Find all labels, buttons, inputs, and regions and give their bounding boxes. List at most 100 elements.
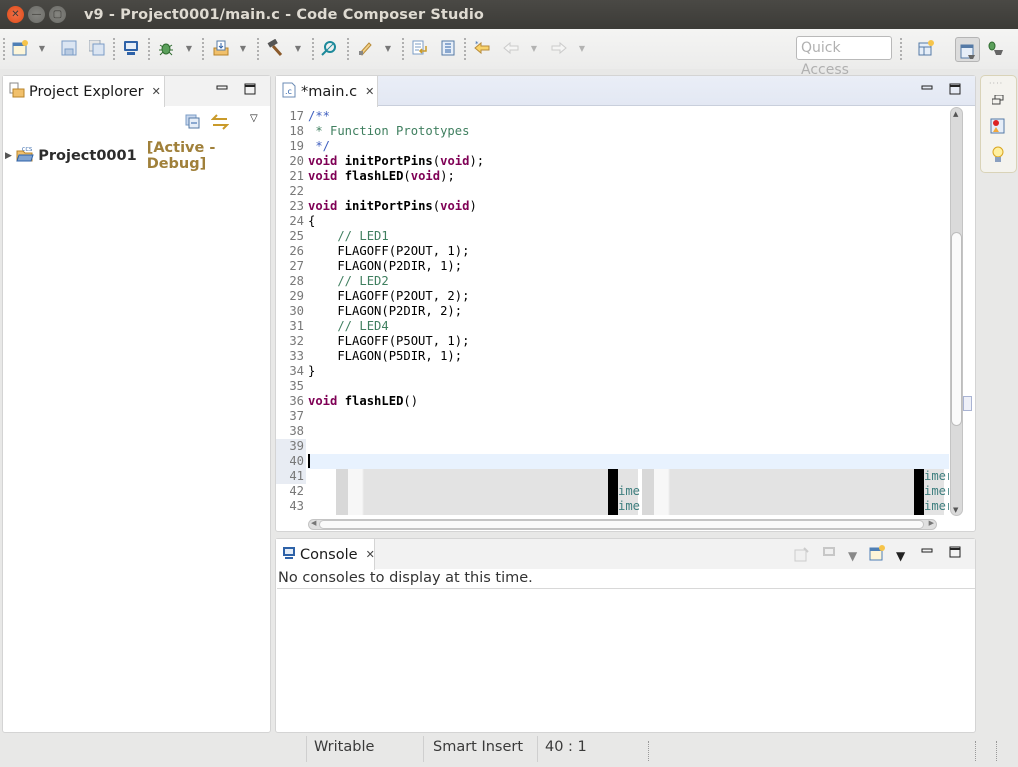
console-icon xyxy=(282,546,296,564)
view-menu-icon[interactable]: ▽ xyxy=(250,113,258,124)
maximize-view-icon[interactable] xyxy=(244,83,256,98)
link-with-editor-icon[interactable] xyxy=(210,113,230,134)
code-line[interactable]: { xyxy=(308,214,315,228)
vertical-scroll-thumb[interactable] xyxy=(951,232,962,426)
line-number: 18 xyxy=(289,124,304,138)
code-line[interactable]: FLAGOFF(P2OUT, 1); xyxy=(308,244,469,258)
back-dropdown-icon[interactable]: ▼ xyxy=(529,37,539,59)
toggle-block-icon[interactable] xyxy=(439,37,457,59)
back-icon[interactable] xyxy=(502,37,520,59)
minimize-view-icon[interactable] xyxy=(216,82,228,97)
display-console-dropdown-icon[interactable]: ▼ xyxy=(848,549,857,563)
search-icon[interactable] xyxy=(320,37,338,59)
build-icon[interactable] xyxy=(265,37,285,59)
scroll-down-icon[interactable]: ▼ xyxy=(953,506,958,514)
flash-dropdown-icon[interactable]: ▼ xyxy=(383,37,393,59)
debug-dropdown-icon[interactable]: ▼ xyxy=(184,37,194,59)
forward-dropdown-icon[interactable]: ▼ xyxy=(577,37,587,59)
collapse-all-icon[interactable] xyxy=(185,114,201,133)
tab-project-explorer[interactable]: Project Explorer ✕ xyxy=(3,76,165,107)
console-tab-label: Console xyxy=(300,546,358,563)
new-icon[interactable] xyxy=(11,37,29,59)
code-line[interactable]: */ xyxy=(308,139,330,153)
expand-arrow-icon[interactable]: ▶ xyxy=(5,151,14,161)
line-number: 26 xyxy=(289,244,304,258)
scroll-up-icon[interactable]: ▲ xyxy=(953,110,958,118)
code-line[interactable]: /** xyxy=(308,109,330,123)
restore-icon[interactable] xyxy=(991,93,1004,109)
build-dropdown-icon[interactable]: ▼ xyxy=(293,37,303,59)
overview-ruler-marker[interactable] xyxy=(963,396,972,411)
code-line[interactable]: FLAGOFF(P2OUT, 2); xyxy=(308,289,469,303)
pin-console-icon[interactable] xyxy=(794,546,810,565)
debug-icon[interactable] xyxy=(157,37,175,59)
line-number: 19 xyxy=(289,139,304,153)
display-console-icon[interactable] xyxy=(822,546,836,563)
toolbar-separator xyxy=(257,38,259,60)
line-number: 24 xyxy=(289,214,304,228)
tips-lightbulb-icon[interactable] xyxy=(992,146,1004,168)
minimize-view-icon[interactable] xyxy=(921,545,933,560)
line-number: 33 xyxy=(289,349,304,363)
forward-icon[interactable] xyxy=(550,37,568,59)
scroll-left-icon[interactable]: ◀ xyxy=(311,519,316,527)
next-annotation-icon[interactable] xyxy=(411,37,429,59)
scroll-right-icon[interactable]: ▶ xyxy=(929,519,934,527)
code-line[interactable]: void flashLED(void); xyxy=(308,169,455,183)
code-line[interactable]: // LED2 xyxy=(308,274,388,288)
close-tab-icon[interactable]: ✕ xyxy=(365,85,374,98)
last-edit-icon[interactable]: * xyxy=(472,37,492,59)
close-window-button[interactable]: ✕ xyxy=(7,6,24,23)
code-line[interactable]: } xyxy=(308,364,315,378)
maximize-view-icon[interactable] xyxy=(949,83,961,98)
import-icon[interactable] xyxy=(212,37,230,59)
console-panel: Console ✕ ▼ ▼ No consoles to display at … xyxy=(275,538,976,733)
code-line[interactable]: FLAGOFF(P5OUT, 1); xyxy=(308,334,469,348)
code-line[interactable]: // LED4 xyxy=(308,319,388,333)
flash-icon[interactable] xyxy=(356,37,374,59)
editor-horizontal-scrollbar[interactable]: ◀ ▶ xyxy=(308,519,937,530)
minimize-window-button[interactable]: — xyxy=(28,6,45,23)
import-dropdown-icon[interactable]: ▼ xyxy=(238,37,248,59)
close-tab-icon[interactable]: ✕ xyxy=(366,548,375,561)
code-line[interactable]: * Function Prototypes xyxy=(308,124,469,138)
save-all-icon[interactable] xyxy=(88,37,106,59)
code-line[interactable]: // LED1 xyxy=(308,229,388,243)
line-number: 42 xyxy=(289,484,304,498)
trim-drag-handle[interactable]: ···· xyxy=(989,79,1003,88)
status-separator xyxy=(423,736,424,762)
tab-console[interactable]: Console ✕ xyxy=(276,539,375,570)
quick-access-input[interactable]: Quick Access xyxy=(796,36,892,78)
maximize-window-button[interactable]: ▢ xyxy=(49,6,66,23)
editor-panel: .c *main.c ✕ 17 /** 18 * Function Prototyp… xyxy=(275,75,976,532)
code-line[interactable]: void flashLED() xyxy=(308,394,418,408)
code-line[interactable]: void initPortPins(void); xyxy=(308,154,484,168)
open-perspective-icon[interactable] xyxy=(917,37,935,59)
code-editor[interactable]: 17 /** 18 * Function Prototypes 19 */ 20 void… xyxy=(276,107,949,515)
minimize-view-icon[interactable] xyxy=(921,82,933,97)
ccs-debug-perspective-icon[interactable] xyxy=(985,37,1005,59)
toolbar-separator xyxy=(347,38,349,60)
horizontal-scroll-thumb[interactable] xyxy=(319,520,924,529)
close-tab-icon[interactable]: ✕ xyxy=(152,85,161,98)
new-dropdown-icon[interactable]: ▼ xyxy=(37,37,47,59)
open-console-icon[interactable] xyxy=(869,545,885,564)
open-console-dropdown-icon[interactable]: ▼ xyxy=(896,549,905,563)
tree-item-project0001[interactable]: ▶ CCS Project0001 [Active - Debug] xyxy=(5,140,270,172)
code-line[interactable]: void initPortPins(void) xyxy=(308,199,477,213)
tab-main-c[interactable]: .c *main.c ✕ xyxy=(276,76,378,107)
code-line[interactable]: FLAGON(P2DIR, 2); xyxy=(308,304,462,318)
ccs-edit-perspective-button[interactable] xyxy=(955,37,980,62)
render-artifact-text: imer xyxy=(924,484,949,498)
save-icon[interactable] xyxy=(60,37,78,59)
terminal-icon[interactable] xyxy=(122,37,140,59)
maximize-view-icon[interactable] xyxy=(949,546,961,561)
registers-view-icon[interactable] xyxy=(990,118,1006,138)
editor-vertical-scrollbar[interactable]: ▲ ▼ xyxy=(950,107,963,516)
status-separator xyxy=(648,741,649,761)
line-number: 41 xyxy=(276,469,306,484)
code-line[interactable]: FLAGON(P5DIR, 1); xyxy=(308,349,462,363)
line-number: 30 xyxy=(289,304,304,318)
project-status: [Active - Debug] xyxy=(146,140,216,172)
code-line[interactable]: FLAGON(P2DIR, 1); xyxy=(308,259,462,273)
